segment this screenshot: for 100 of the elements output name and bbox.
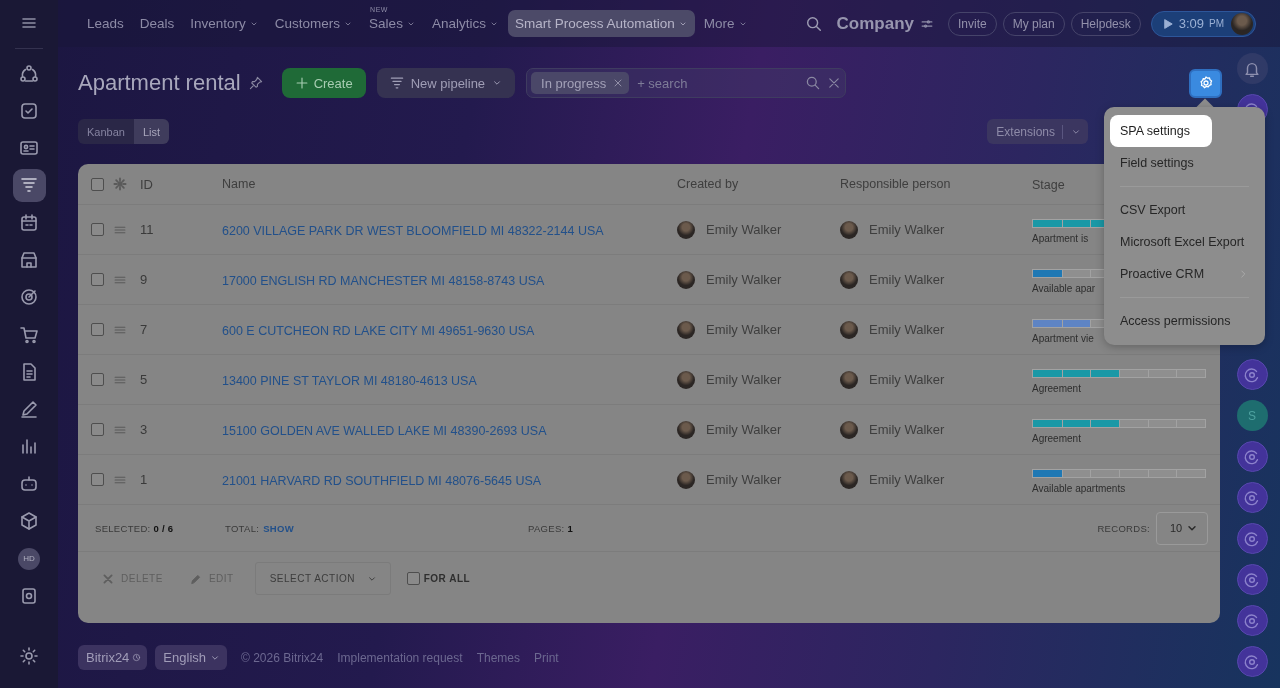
table-cell-text: 7 <box>140 322 149 337</box>
user-name[interactable]: Emily Walker <box>706 372 782 387</box>
checkbox[interactable] <box>91 323 104 336</box>
column-header[interactable]: Name <box>222 177 677 191</box>
user-avatar <box>840 470 858 489</box>
menu-item[interactable]: Access permissions <box>1110 305 1259 337</box>
user-avatar <box>840 320 858 339</box>
user-name[interactable]: Emily Walker <box>869 222 945 237</box>
language-select[interactable]: English <box>155 645 227 670</box>
user-name[interactable]: Emily Walker <box>706 272 782 287</box>
workspace-avatar[interactable]: HD <box>18 547 40 570</box>
user-name[interactable]: Emily Walker <box>706 322 782 337</box>
checkbox[interactable] <box>91 223 104 236</box>
swirl-icon <box>1243 365 1261 384</box>
user-name[interactable]: Emily Walker <box>869 372 945 387</box>
close-icon[interactable] <box>827 76 842 90</box>
nav-tab[interactable]: Smart Process Automation <box>507 10 695 37</box>
footer-link[interactable]: Implementation request <box>337 650 463 665</box>
nav-tab[interactable]: More <box>696 10 755 37</box>
footer-link[interactable]: Print <box>534 650 559 665</box>
user-avatar[interactable] <box>1231 12 1254 35</box>
chat-button[interactable] <box>1236 441 1268 472</box>
show-total-link[interactable]: SHOW <box>263 522 294 534</box>
swirl-icon <box>1243 447 1261 466</box>
menu-item[interactable]: CSV Export <box>1110 194 1259 226</box>
work-day-button[interactable]: 3:09 PM <box>1150 10 1257 37</box>
column-header[interactable]: ID <box>140 176 222 192</box>
pen-icon <box>19 399 39 420</box>
checkbox[interactable] <box>91 473 104 486</box>
extensions-button[interactable]: Extensions <box>987 119 1088 144</box>
nav-tab[interactable]: Analytics <box>424 10 506 37</box>
chat-button[interactable] <box>1236 605 1268 636</box>
calendar-icon <box>19 212 39 233</box>
user-name[interactable]: Emily Walker <box>869 322 945 337</box>
record-link[interactable]: 21001 HARVARD RD SOUTHFIELD MI 48076-5645 USA <box>222 473 542 488</box>
record-link[interactable]: 13400 PINE ST TAYLOR MI 48180-4613 USA <box>222 373 477 388</box>
column-header[interactable]: Created by <box>677 177 840 191</box>
brand-button[interactable]: Bitrix24 <box>78 645 148 670</box>
nav-tab[interactable]: Inventory <box>183 10 266 37</box>
view-tab[interactable]: Kanban <box>78 119 134 144</box>
bar-chart-icon <box>19 436 39 457</box>
search-icon[interactable] <box>805 75 822 91</box>
record-link[interactable]: 6200 VILLAGE PARK DR WEST BLOOMFIELD MI 48322-2144 USA <box>222 223 604 238</box>
table-cell-text: 5 <box>140 372 149 387</box>
user-avatar <box>840 370 858 389</box>
user-name[interactable]: Emily Walker <box>869 272 945 287</box>
chat-button[interactable] <box>1236 482 1268 513</box>
nav-tab[interactable]: Deals <box>132 10 182 37</box>
checkbox[interactable] <box>91 273 104 286</box>
nav-tab[interactable]: Leads <box>80 10 131 37</box>
settings-button[interactable] <box>1189 68 1222 98</box>
checkbox[interactable] <box>91 177 104 191</box>
menu-item[interactable]: Proactive CRM <box>1110 258 1259 290</box>
close-icon[interactable] <box>613 78 624 88</box>
user-avatar <box>840 420 858 439</box>
robot-icon <box>19 473 39 494</box>
column-header[interactable]: Responsible person <box>840 177 1032 191</box>
search-icon[interactable] <box>804 14 823 33</box>
footer-link[interactable]: Themes <box>476 650 520 665</box>
new-pipeline-button[interactable]: New pipeline <box>376 68 516 98</box>
target-icon <box>19 287 39 308</box>
filter-tag[interactable]: In progress <box>531 72 630 94</box>
chat-button[interactable] <box>1236 646 1268 677</box>
stage-label: Available apar <box>1032 283 1096 294</box>
notifications-button[interactable] <box>1236 53 1268 84</box>
checkbox-icon <box>19 100 39 121</box>
play-icon <box>1161 17 1174 30</box>
menu-item[interactable]: Field settings <box>1110 147 1259 179</box>
chat-button[interactable] <box>1236 523 1268 554</box>
filter-field[interactable]: In progress + search <box>526 68 847 98</box>
cart-icon <box>19 324 39 345</box>
chat-button[interactable] <box>1236 359 1268 390</box>
swirl-icon <box>1243 611 1261 630</box>
record-link[interactable]: 15100 GOLDEN AVE WALLED LAKE MI 48390-2693 USA <box>222 423 547 438</box>
company-name[interactable]: Company <box>836 13 914 34</box>
chat-button[interactable] <box>1236 564 1268 595</box>
nav-tab[interactable]: Customers <box>267 10 361 37</box>
checkbox-label[interactable]: FOR ALL <box>423 573 471 584</box>
menu-item[interactable]: SPA settings <box>1110 115 1212 147</box>
action-select[interactable]: SELECT ACTION <box>254 562 391 595</box>
share-icon <box>19 63 39 84</box>
menu-item[interactable]: Microsoft Excel Export <box>1110 226 1259 258</box>
checkbox[interactable] <box>91 373 104 386</box>
create-button[interactable]: Create <box>281 68 366 98</box>
selected-count: SELECTED: 0 / 6 <box>95 522 175 534</box>
user-name[interactable]: Emily Walker <box>706 422 782 437</box>
checkbox[interactable] <box>406 572 420 585</box>
user-name[interactable]: Emily Walker <box>869 422 945 437</box>
user-name[interactable]: Emily Walker <box>869 472 945 487</box>
record-link[interactable]: 600 E CUTCHEON RD LAKE CITY MI 49651-9630 USA <box>222 323 535 338</box>
swirl-icon <box>1243 570 1261 589</box>
user-name[interactable]: Emily Walker <box>706 472 782 487</box>
sidebar-item[interactable] <box>12 168 46 202</box>
checkbox[interactable] <box>91 423 104 436</box>
view-tab[interactable]: List <box>133 119 170 144</box>
records-select[interactable]: 10 <box>1156 511 1208 545</box>
clock-icon <box>132 653 142 662</box>
record-link[interactable]: 17000 ENGLISH RD MANCHESTER MI 48158-8743 USA <box>222 273 545 288</box>
pin-icon[interactable] <box>248 76 263 90</box>
user-name[interactable]: Emily Walker <box>706 222 782 237</box>
